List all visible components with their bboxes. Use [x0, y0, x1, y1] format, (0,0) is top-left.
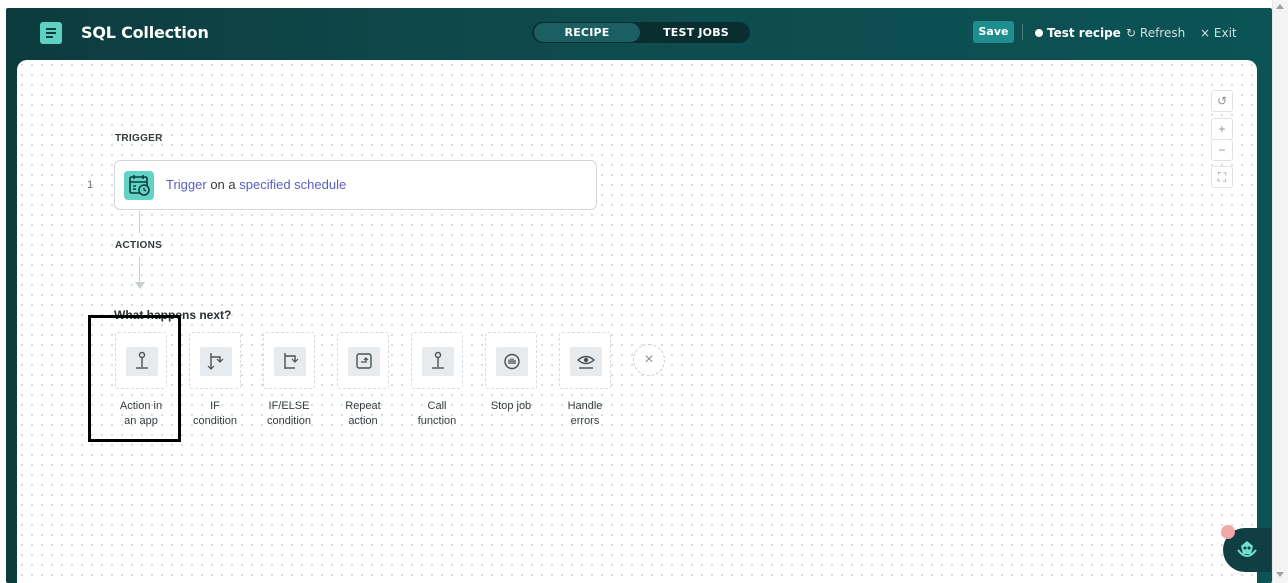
reset-view-icon[interactable]: ↺ — [1211, 90, 1233, 112]
trigger-section-label: TRIGGER — [115, 133, 163, 144]
zoom-in-icon[interactable]: + — [1211, 118, 1233, 140]
if-condition-icon — [200, 347, 232, 376]
option-handle-errors[interactable]: Handle errors — [559, 332, 611, 429]
close-icon: × — [1200, 26, 1211, 40]
scroll-up-arrow-icon[interactable] — [1276, 4, 1284, 9]
option-label: IF/ELSE — [268, 400, 310, 412]
option-label: Stop job — [490, 400, 532, 412]
fit-to-screen-icon[interactable]: ⛶ — [1211, 166, 1233, 188]
option-label: IF — [210, 400, 220, 412]
if-else-condition-icon — [274, 347, 306, 376]
notification-badge — [1221, 525, 1235, 539]
connector-line — [139, 211, 140, 233]
recipe-document-icon — [40, 22, 62, 44]
close-icon[interactable]: × — [633, 344, 665, 376]
option-label: condition — [266, 415, 312, 427]
actions-section-label: ACTIONS — [115, 240, 163, 251]
option-call-function[interactable]: Call function — [411, 332, 463, 429]
option-label: action — [348, 415, 378, 427]
refresh-label: Refresh — [1139, 26, 1186, 40]
option-label: Repeat — [345, 400, 381, 412]
selection-highlight — [88, 315, 181, 442]
gear-icon — [1035, 29, 1043, 37]
refresh-button[interactable]: ↻ Refresh — [1126, 26, 1185, 40]
call-function-icon — [422, 347, 454, 376]
option-label: function — [417, 415, 457, 427]
screen: SQL Collection RECIPE TEST JOBS Save Tes… — [0, 0, 1288, 583]
tab-recipe[interactable]: RECIPE — [534, 23, 640, 42]
repeat-action-icon — [348, 347, 380, 376]
view-tabs: RECIPE TEST JOBS — [532, 22, 750, 43]
option-if-else-condition[interactable]: IF/ELSE condition — [263, 332, 315, 429]
trigger-schedule-link[interactable]: specified schedule — [239, 177, 346, 192]
exit-button[interactable]: × Exit — [1200, 26, 1237, 40]
scroll-down-arrow-icon[interactable] — [1276, 572, 1284, 577]
schedule-calendar-icon — [124, 171, 154, 200]
connector-line — [139, 257, 140, 283]
option-label: condition — [192, 415, 238, 427]
option-label: Handle — [567, 400, 603, 412]
arrow-down-icon — [135, 282, 145, 289]
trigger-connector: on a — [206, 177, 240, 192]
trigger-step-card[interactable]: Trigger on a specified schedule — [114, 160, 597, 210]
test-recipe-label: Test recipe — [1047, 26, 1121, 40]
handle-errors-icon — [570, 347, 602, 376]
zoom-out-icon[interactable]: − — [1211, 139, 1233, 161]
header-divider — [1022, 24, 1023, 40]
test-recipe-button[interactable]: Test recipe — [1035, 26, 1121, 40]
recipe-title: SQL Collection — [81, 23, 209, 42]
option-label: errors — [570, 415, 600, 427]
exit-label: Exit — [1213, 26, 1237, 40]
vertical-scrollbar[interactable] — [1272, 0, 1288, 583]
step-number: 1 — [87, 179, 94, 191]
tab-test-jobs[interactable]: TEST JOBS — [644, 22, 748, 43]
save-button[interactable]: Save — [973, 21, 1014, 43]
refresh-icon: ↻ — [1126, 26, 1137, 40]
option-if-condition[interactable]: IF condition — [189, 332, 241, 429]
trigger-keyword: Trigger — [166, 177, 207, 192]
trigger-description: Trigger on a specified schedule — [166, 177, 346, 192]
stop-job-icon — [496, 347, 528, 376]
option-label: Call — [427, 400, 447, 412]
option-stop-job[interactable]: Stop job — [485, 332, 537, 414]
option-repeat-action[interactable]: Repeat action — [337, 332, 389, 429]
